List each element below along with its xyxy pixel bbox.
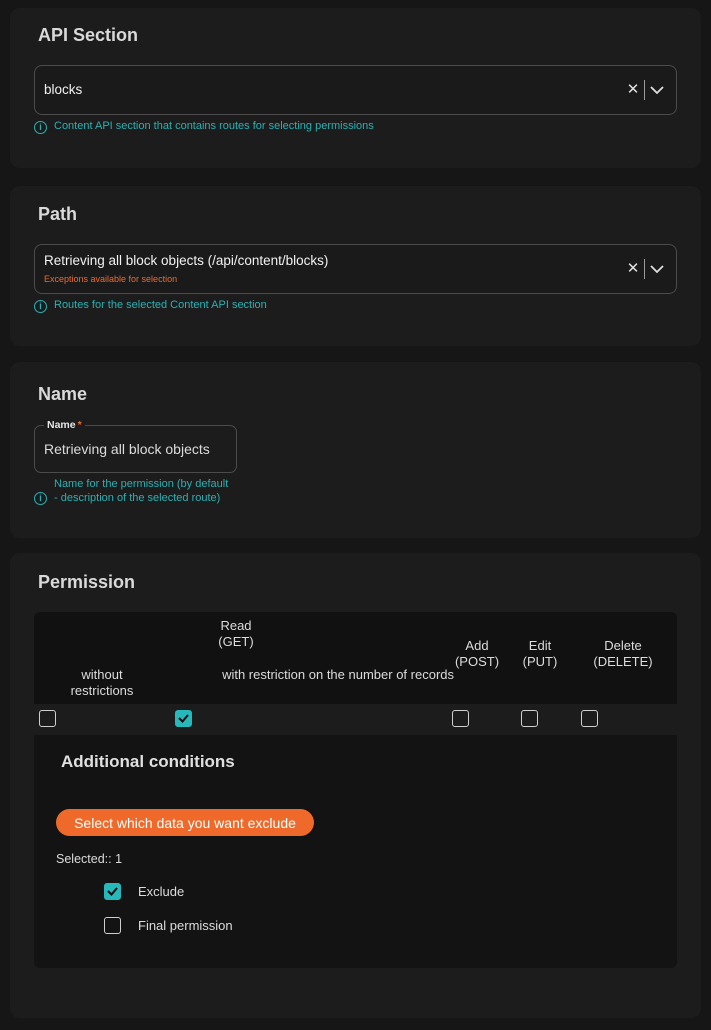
checkbox-edit[interactable] xyxy=(521,710,538,727)
name-input[interactable] xyxy=(35,426,236,472)
path-title: Path xyxy=(38,204,78,224)
name-hint-text: Name for the permission (by default - de… xyxy=(54,478,229,504)
api-section-title: API Section xyxy=(38,25,139,45)
checkmark-icon xyxy=(178,714,189,723)
api-section-select[interactable]: blocks ✕ xyxy=(34,65,677,115)
checkbox-without-restrictions[interactable] xyxy=(39,710,56,727)
chevron-down-icon[interactable] xyxy=(649,260,665,278)
chevron-down-icon[interactable] xyxy=(649,81,665,99)
header-add: Add (POST) xyxy=(454,638,500,669)
path-hint: i Routes for the selected Content API se… xyxy=(34,299,267,313)
additional-conditions-panel: Additional conditions Select which data … xyxy=(34,735,677,968)
clear-icon[interactable]: ✕ xyxy=(625,260,641,278)
checkbox-with-restriction[interactable] xyxy=(175,710,192,727)
exclude-label: Exclude xyxy=(138,884,185,899)
checkbox-final-permission[interactable] xyxy=(104,917,121,934)
api-section-card: API Section blocks ✕ i Content API secti… xyxy=(10,8,701,168)
header-without-restrictions: without restrictions xyxy=(70,667,134,698)
additional-conditions-title: Additional conditions xyxy=(61,752,235,771)
checkbox-exclude[interactable] xyxy=(104,883,121,900)
api-section-hint: i Content API section that contains rout… xyxy=(34,120,374,134)
path-hint-text: Routes for the selected Content API sect… xyxy=(54,299,267,311)
select-exclude-data-button[interactable]: Select which data you want exclude xyxy=(56,809,314,836)
path-exceptions-note: Exceptions available for selection xyxy=(44,274,178,284)
info-icon: i xyxy=(34,492,47,505)
info-icon: i xyxy=(34,121,47,134)
api-section-value: blocks xyxy=(44,82,83,97)
header-with-restriction: with restriction on the number of record… xyxy=(222,667,454,682)
select-separator xyxy=(644,80,645,100)
header-delete: Delete (DELETE) xyxy=(593,638,653,669)
header-edit: Edit (PUT) xyxy=(522,638,558,669)
info-icon: i xyxy=(34,300,47,313)
path-select[interactable]: Retrieving all block objects (/api/conte… xyxy=(34,244,677,294)
selected-count: Selected:: 1 xyxy=(56,852,123,866)
header-read: Read (GET) xyxy=(218,618,254,649)
permission-table: Read (GET) without restrictions with res… xyxy=(34,612,677,704)
name-title: Name xyxy=(38,384,88,404)
name-hint: i Name for the permission (by default - … xyxy=(34,477,234,505)
name-field[interactable]: Name * xyxy=(34,419,237,473)
select-separator xyxy=(644,259,645,279)
api-section-hint-text: Content API section that contains routes… xyxy=(54,120,374,132)
name-card: Name Name* i Name for the permission (by… xyxy=(10,362,701,538)
path-value: Retrieving all block objects (/api/conte… xyxy=(44,253,329,268)
permission-title: Permission xyxy=(38,572,136,592)
checkmark-icon xyxy=(107,887,118,896)
path-card: Path Retrieving all block objects (/api/… xyxy=(10,186,701,346)
final-permission-label: Final permission xyxy=(138,918,233,933)
checkbox-add[interactable] xyxy=(452,710,469,727)
permission-card: Permission Read (GET) without restrictio… xyxy=(10,553,701,1018)
checkbox-delete[interactable] xyxy=(581,710,598,727)
clear-icon[interactable]: ✕ xyxy=(625,81,641,99)
